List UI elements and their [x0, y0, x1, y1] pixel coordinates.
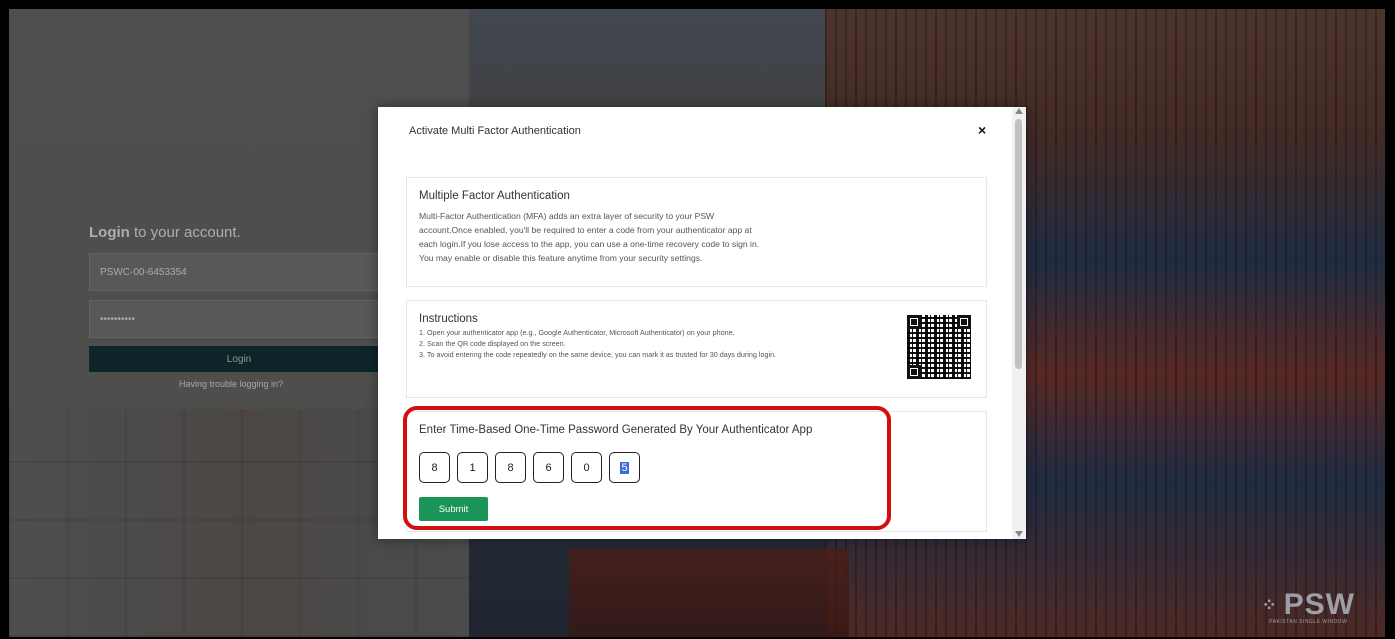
instructions-title: Instructions — [419, 313, 478, 325]
close-icon[interactable]: × — [978, 122, 986, 138]
otp-highlight-annotation — [403, 406, 891, 530]
instruction-step: 1. Open your authenticator app (e.g., Go… — [419, 328, 735, 337]
mfa-info-line: Multi-Factor Authentication (MFA) adds a… — [419, 211, 715, 221]
mfa-info-card: Multiple Factor Authentication Multi-Fac… — [406, 177, 987, 287]
mfa-info-line: You may enable or disable this feature a… — [419, 253, 703, 263]
instructions-card: Instructions 1. Open your authenticator … — [406, 300, 987, 398]
mfa-info-line: each login.If you lose access to the app… — [419, 239, 760, 249]
qr-code — [907, 315, 971, 379]
instruction-step: 2. Scan the QR code displayed on the scr… — [419, 339, 566, 348]
mfa-info-text: Multi-Factor Authentication (MFA) adds a… — [419, 209, 974, 265]
scroll-up-icon[interactable] — [1015, 108, 1023, 114]
scroll-down-icon[interactable] — [1015, 531, 1023, 537]
modal-title: Activate Multi Factor Authentication — [409, 125, 581, 137]
mfa-info-title: Multiple Factor Authentication — [419, 190, 570, 202]
mfa-info-line: account.Once enabled, you'll be required… — [419, 225, 752, 235]
instruction-step: 3. To avoid entering the code repeatedly… — [419, 350, 777, 359]
instructions-list: 1. Open your authenticator app (e.g., Go… — [419, 327, 974, 360]
screen: Login to your account. PSWC-00-6453354 •… — [9, 9, 1385, 637]
scroll-thumb[interactable] — [1015, 119, 1022, 369]
modal-scrollbar[interactable] — [1012, 107, 1026, 539]
